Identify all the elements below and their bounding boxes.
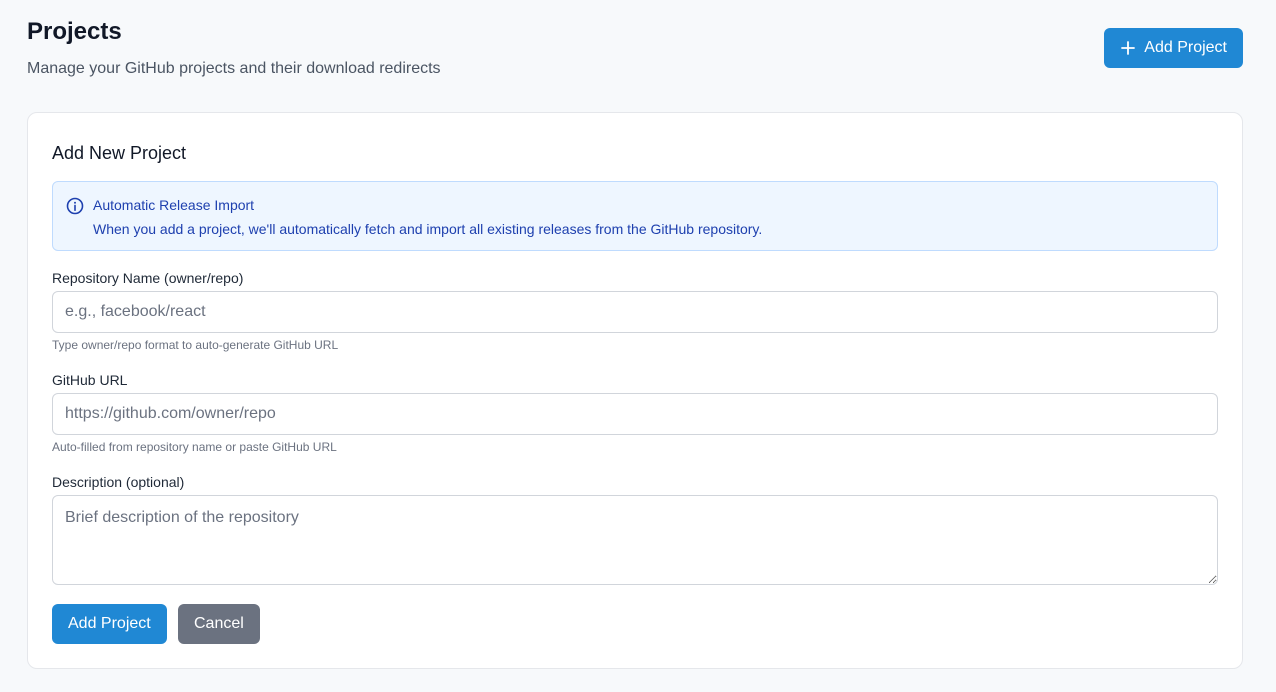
repository-name-help: Type owner/repo format to auto-generate … <box>52 338 339 352</box>
form-title: Add New Project <box>52 143 187 163</box>
plus-icon <box>1121 41 1136 55</box>
repository-name-input[interactable] <box>52 291 1218 333</box>
release-import-info-box: Automatic Release Import When you add a … <box>52 181 1218 251</box>
add-project-form-card: Add New Project Automatic Release Import… <box>27 112 1243 669</box>
page-header: Projects Manage your GitHub projects and… <box>27 18 1243 88</box>
info-text: When you add a project, we'll automatica… <box>93 221 763 237</box>
add-project-button[interactable]: Add Project <box>1104 28 1243 68</box>
add-project-button-label: Add Project <box>1144 39 1227 56</box>
page-title: Projects <box>27 18 122 45</box>
repository-name-label: Repository Name (owner/repo) <box>52 270 244 286</box>
info-icon <box>66 197 84 215</box>
submit-add-project-button[interactable]: Add Project <box>52 604 167 644</box>
description-label: Description (optional) <box>52 474 185 490</box>
info-title: Automatic Release Import <box>93 197 255 213</box>
github-url-label: GitHub URL <box>52 372 128 388</box>
github-url-input[interactable] <box>52 393 1218 435</box>
page-subtitle: Manage your GitHub projects and their do… <box>27 60 441 77</box>
description-textarea[interactable] <box>52 495 1218 585</box>
github-url-help: Auto-filled from repository name or past… <box>52 440 337 454</box>
cancel-button[interactable]: Cancel <box>178 604 260 644</box>
